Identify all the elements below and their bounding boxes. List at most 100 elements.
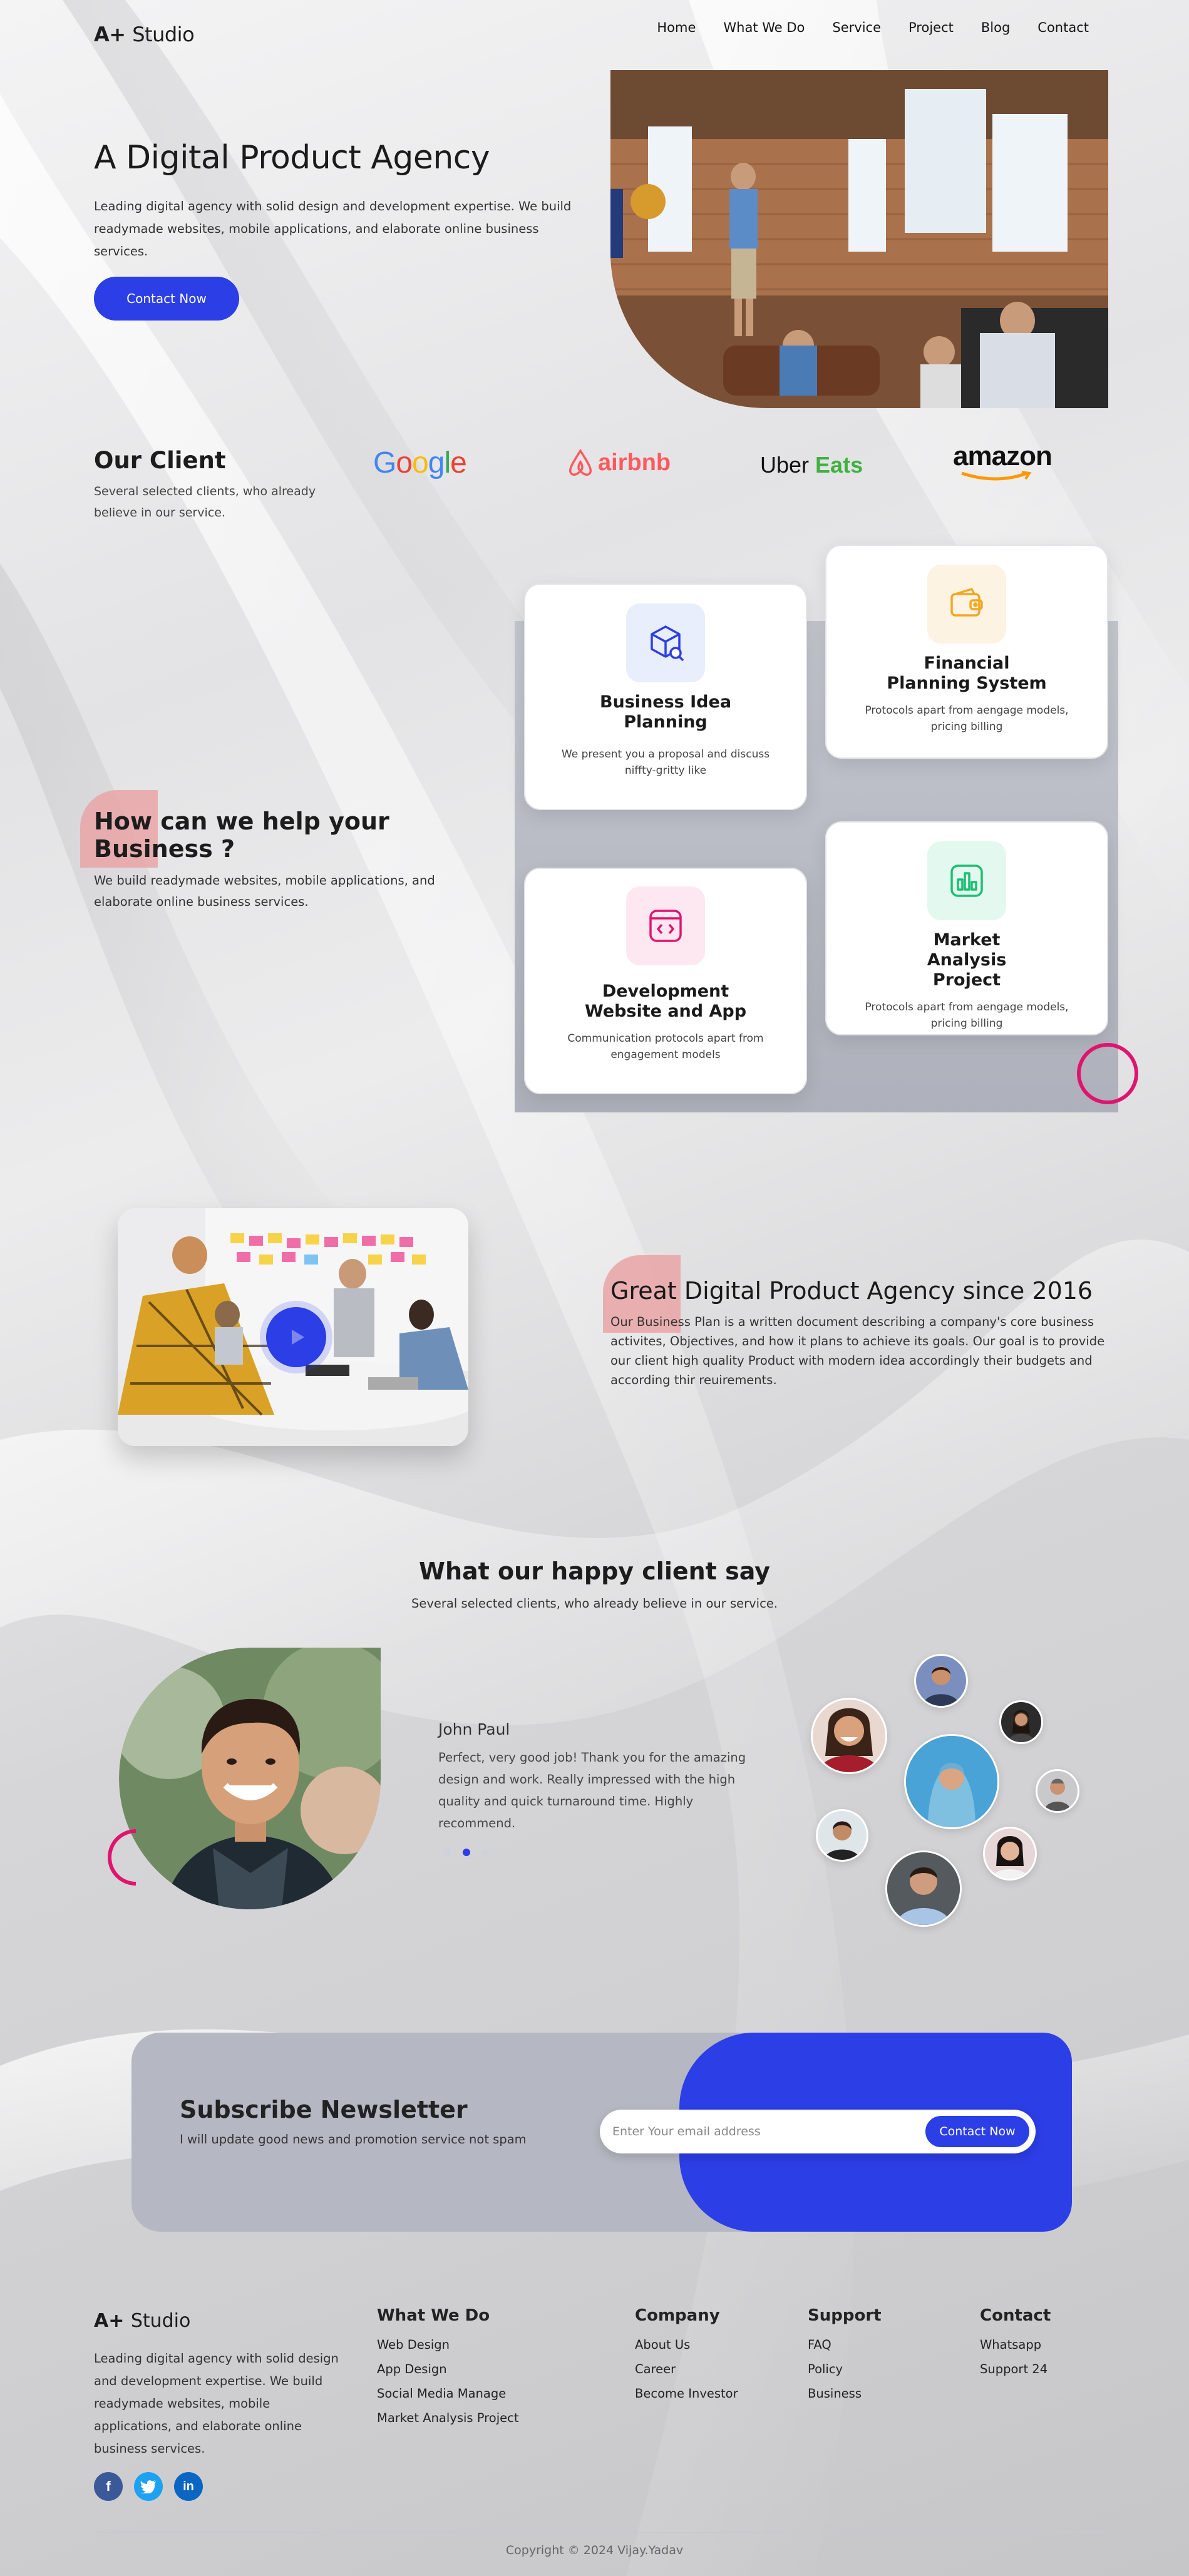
social-links: f in bbox=[94, 2472, 203, 2501]
service-card-development[interactable]: Development Website and App Communicatio… bbox=[524, 868, 807, 1094]
code-window-icon bbox=[626, 886, 705, 965]
nav-what-we-do[interactable]: What We Do bbox=[723, 20, 805, 35]
google-letter: o bbox=[412, 446, 429, 480]
card-title: Market Analysis Project bbox=[927, 930, 1007, 990]
decor-ring bbox=[1077, 1043, 1138, 1104]
facebook-icon[interactable]: f bbox=[94, 2472, 123, 2501]
service-card-business[interactable]: Business Idea Planning We present you a … bbox=[524, 583, 807, 810]
footer-link[interactable]: FAQ bbox=[808, 2337, 882, 2352]
card-text: We present you a proposal and discuss ni… bbox=[561, 748, 770, 777]
client-avatar[interactable] bbox=[904, 1734, 999, 1829]
clients-description: Several selected clients, who already be… bbox=[94, 485, 316, 520]
wallet-icon bbox=[927, 565, 1006, 644]
testimonials-title: What our happy client say bbox=[419, 1557, 770, 1585]
newsletter-title: Subscribe Newsletter bbox=[180, 2096, 468, 2123]
logo-name: Studio bbox=[130, 2310, 191, 2332]
nav-project[interactable]: Project bbox=[908, 20, 954, 35]
hero-image bbox=[610, 70, 1108, 408]
newsletter-description: I will update good news and promotion se… bbox=[180, 2132, 527, 2147]
newsletter-form: Contact Now bbox=[600, 2110, 1036, 2153]
footer-link[interactable]: Market Analysis Project bbox=[377, 2411, 519, 2425]
client-avatar[interactable] bbox=[999, 1700, 1043, 1744]
airbnb-icon bbox=[569, 448, 592, 476]
footer-link[interactable]: App Design bbox=[377, 2362, 519, 2376]
google-letter: G bbox=[373, 446, 396, 480]
footer-col-company: Company About Us Career Become Investor bbox=[635, 2306, 738, 2401]
service-card-financial[interactable]: Financial Planning System Protocols apar… bbox=[825, 545, 1108, 759]
airbnb-logo: airbnb bbox=[567, 448, 671, 477]
about-title: Great Digital Product Agency since 2016 bbox=[610, 1277, 1093, 1305]
footer-link[interactable]: Career bbox=[635, 2362, 738, 2376]
footer-link[interactable]: Social Media Manage bbox=[377, 2386, 519, 2401]
footer-col-title: What We Do bbox=[377, 2306, 490, 2325]
hero-description: Leading digital agency with solid design… bbox=[94, 199, 572, 259]
card-title: Business Idea Planning bbox=[599, 692, 732, 732]
client-avatar[interactable] bbox=[914, 1654, 968, 1708]
footer-col-title: Company bbox=[635, 2306, 720, 2325]
client-avatar[interactable] bbox=[811, 1698, 887, 1774]
amazon-wordmark: amazon bbox=[953, 441, 1053, 471]
footer-divider bbox=[94, 2532, 1108, 2533]
play-icon bbox=[292, 1330, 304, 1345]
card-title: Development Website and App bbox=[584, 982, 747, 1021]
about-description: Our Business Plan is a written document … bbox=[610, 1315, 1105, 1387]
card-text: Protocols apart from aengage models, pri… bbox=[865, 1001, 1069, 1030]
nav-service[interactable]: Service bbox=[832, 20, 881, 35]
help-description: We build readymade websites, mobile appl… bbox=[94, 873, 435, 909]
card-title: Financial Planning System bbox=[887, 654, 1047, 693]
footer-link[interactable]: Support 24 bbox=[980, 2362, 1051, 2376]
footer-link[interactable]: About Us bbox=[635, 2337, 738, 2352]
nav-blog[interactable]: Blog bbox=[981, 20, 1010, 35]
slider-dot-2-active[interactable] bbox=[463, 1849, 470, 1856]
footer-col-title: Contact bbox=[980, 2306, 1051, 2325]
footer-link[interactable]: Whatsapp bbox=[980, 2337, 1051, 2352]
footer-about: Leading digital agency with solid design… bbox=[94, 2351, 339, 2456]
box-search-icon bbox=[626, 603, 705, 682]
testimonial-quote: Perfect, very good job! Thank you for th… bbox=[438, 1750, 746, 1830]
linkedin-icon[interactable]: in bbox=[174, 2472, 203, 2501]
hero-contact-button[interactable]: Contact Now bbox=[94, 277, 239, 321]
slider-dot-3[interactable] bbox=[481, 1849, 489, 1856]
site-logo[interactable]: A+ Studio bbox=[94, 23, 195, 46]
amazon-smile-icon bbox=[961, 471, 1032, 481]
footer-logo[interactable]: A+ Studio bbox=[94, 2310, 190, 2332]
testimonial-name: John Paul bbox=[438, 1720, 510, 1738]
google-letter: l bbox=[444, 446, 451, 480]
service-card-market[interactable]: Market Analysis Project Protocols apart … bbox=[825, 821, 1108, 1035]
google-letter: o bbox=[396, 446, 413, 480]
copyright: Copyright © 2024 Vijay.Yadav bbox=[505, 2543, 684, 2557]
help-title: How can we help your Business ? bbox=[94, 808, 389, 863]
newsletter-submit-button[interactable]: Contact Now bbox=[925, 2116, 1029, 2147]
google-letter: e bbox=[450, 446, 467, 480]
team-meeting-image bbox=[118, 1208, 468, 1446]
card-text: Communication protocols apart from engag… bbox=[567, 1032, 764, 1061]
airbnb-wordmark: airbnb bbox=[598, 449, 671, 476]
client-photo bbox=[119, 1648, 381, 1909]
footer-col-support: Support FAQ Policy Business bbox=[808, 2306, 882, 2401]
twitter-icon[interactable] bbox=[134, 2472, 163, 2501]
logo-mark: A+ bbox=[94, 2310, 125, 2332]
client-avatar[interactable] bbox=[816, 1809, 868, 1862]
ubereats-logo: Uber Eats bbox=[760, 452, 863, 478]
email-input[interactable] bbox=[612, 2110, 907, 2153]
footer-link[interactable]: Business bbox=[808, 2386, 882, 2401]
logo-name: Studio bbox=[132, 23, 195, 46]
google-logo: Google bbox=[373, 446, 467, 480]
card-text: Protocols apart from aengage models, pri… bbox=[865, 704, 1069, 733]
footer-link[interactable]: Become Investor bbox=[635, 2386, 738, 2401]
slider-dot-1[interactable] bbox=[443, 1849, 451, 1856]
footer-link[interactable]: Web Design bbox=[377, 2337, 519, 2352]
client-avatar[interactable] bbox=[1036, 1769, 1079, 1813]
play-video-button[interactable] bbox=[266, 1307, 326, 1367]
footer-link[interactable]: Policy bbox=[808, 2362, 882, 2376]
footer-col-what-we-do: What We Do Web Design App Design Social … bbox=[377, 2306, 519, 2425]
client-avatar[interactable] bbox=[983, 1827, 1037, 1881]
amazon-logo: amazon bbox=[953, 441, 1053, 481]
client-avatar[interactable] bbox=[885, 1850, 962, 1927]
nav-contact[interactable]: Contact bbox=[1037, 20, 1089, 35]
nav-home[interactable]: Home bbox=[657, 20, 696, 35]
footer-col-title: Support bbox=[808, 2306, 882, 2325]
uber-wordmark: Uber bbox=[760, 452, 810, 478]
eats-wordmark: Eats bbox=[815, 452, 863, 478]
bar-chart-icon bbox=[927, 841, 1006, 920]
